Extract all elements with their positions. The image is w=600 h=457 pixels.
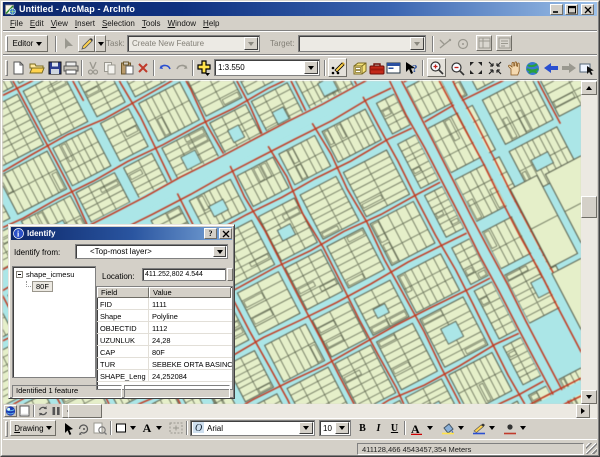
svg-text:O: O <box>195 423 202 433</box>
svg-text:?: ? <box>412 63 418 75</box>
svg-text:A: A <box>411 422 420 435</box>
